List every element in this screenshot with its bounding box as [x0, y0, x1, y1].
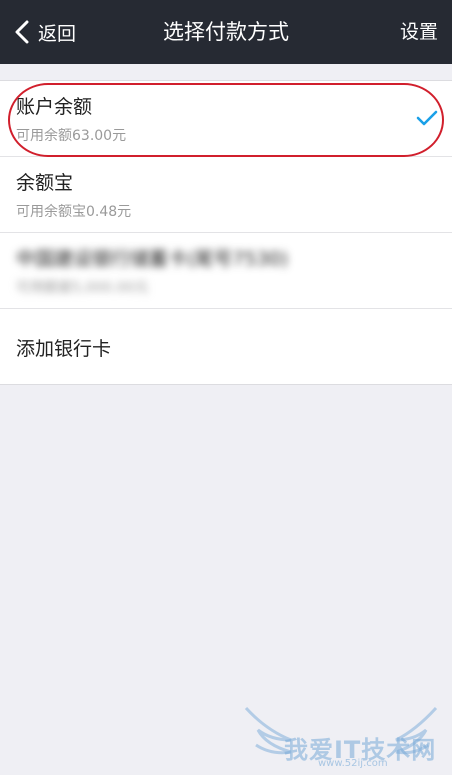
payment-method-list: 账户余额 可用余额63.00元 余额宝 可用余额宝0.48元 中国建设银行储蓄卡… — [0, 80, 452, 385]
payment-option-detail: 可用余额宝0.48元 — [16, 204, 132, 220]
top-bar: 返回 选择付款方式 设置 — [0, 0, 452, 64]
payment-option-bank-card[interactable]: 中国建设银行储蓄卡(尾号7530) 可用额度5,000.00元 — [0, 233, 452, 309]
page-title: 选择付款方式 — [163, 20, 289, 44]
payment-option-detail: 可用额度5,000.00元 — [16, 280, 149, 296]
payment-option-balance[interactable]: 账户余额 可用余额63.00元 — [0, 81, 452, 157]
watermark: 我爱IT技术网 www.52ij.com — [236, 700, 446, 770]
watermark-url: www.52ij.com — [318, 758, 388, 769]
payment-option-name: 账户余额 — [16, 96, 93, 118]
add-bank-card-button[interactable]: 添加银行卡 — [0, 309, 452, 384]
payment-option-name: 中国建设银行储蓄卡(尾号7530) — [16, 248, 289, 270]
checkmark-icon — [416, 110, 438, 126]
payment-option-name: 余额宝 — [16, 172, 74, 194]
settings-button[interactable]: 设置 — [400, 18, 438, 46]
payment-option-yuebao[interactable]: 余额宝 可用余额宝0.48元 — [0, 157, 452, 233]
add-bank-card-label: 添加银行卡 — [16, 338, 112, 360]
payment-option-detail: 可用余额63.00元 — [16, 128, 127, 144]
